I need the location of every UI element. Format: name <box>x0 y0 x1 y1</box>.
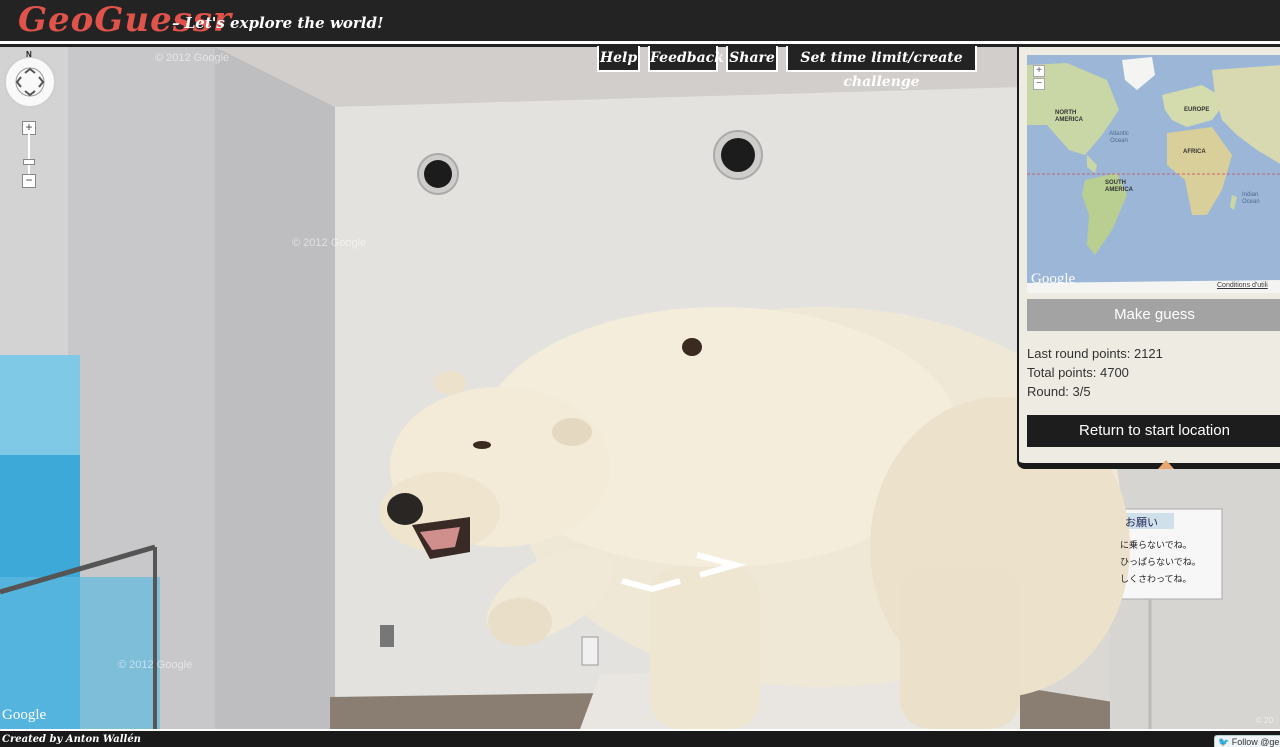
make-guess-button[interactable]: Make guess <box>1027 299 1280 331</box>
tagline: – Let's explore the world! <box>172 14 384 32</box>
total-points: Total points: 4700 <box>1027 365 1129 380</box>
panel-toggle-arrow-icon[interactable] <box>1158 460 1174 469</box>
map-label-indian: Indian Ocean <box>1242 192 1260 205</box>
last-round-points: Last round points: 2121 <box>1027 346 1163 361</box>
streetview-google-logo: Google <box>2 707 47 723</box>
sign-line-2: ひっぱらないでね。 <box>1120 557 1201 567</box>
return-to-start-button[interactable]: Return to start location <box>1027 415 1280 447</box>
challenge-button[interactable]: Set time limit/create challenge <box>786 46 977 90</box>
sign-line-3: しくさわってね。 <box>1120 574 1192 584</box>
sign-line-1: に乗らないでね。 <box>1120 540 1192 550</box>
map-label-europe: EUROPE <box>1184 107 1210 113</box>
google-watermark: © 2012 Google <box>155 52 230 64</box>
footer-bar: Created by Anton Wallén 🐦 Follow @ge <box>0 729 1280 747</box>
help-button[interactable]: Help <box>597 46 640 72</box>
compass-arrows-icon <box>15 67 45 97</box>
twitter-follow-button[interactable]: 🐦 Follow @ge <box>1214 735 1280 747</box>
twitter-follow-label: Follow @ge <box>1231 737 1280 747</box>
pan-control[interactable] <box>4 56 56 108</box>
sv-zoom-in-button[interactable]: + <box>22 121 36 135</box>
map-label-north-america: NORTH AMERICA <box>1055 110 1083 123</box>
map-terms-link[interactable]: Conditions d'utili <box>1217 282 1268 289</box>
map-zoom-out-button[interactable]: − <box>1033 78 1045 90</box>
feedback-button[interactable]: Feedback <box>648 46 724 72</box>
header-bar: GeoGuessr – Let's explore the world! <box>0 0 1280 44</box>
sv-zoom-handle[interactable] <box>23 159 35 165</box>
round-counter: Round: 3/5 <box>1027 384 1091 399</box>
share-button[interactable]: Share <box>726 46 778 72</box>
map-google-logo: Google <box>1031 271 1076 287</box>
sv-zoom-out-button[interactable]: − <box>22 174 36 188</box>
twitter-bird-icon: 🐦 <box>1218 737 1230 747</box>
sv-zoom-slider[interactable] <box>28 134 30 174</box>
map-label-south-america: SOUTH AMERICA <box>1105 180 1133 193</box>
guess-panel: NORTH AMERICA EUROPE AFRICA SOUTH AMERIC… <box>1017 47 1280 469</box>
map-zoom-in-button[interactable]: + <box>1033 65 1045 77</box>
google-watermark: © 2012 Google <box>118 659 193 671</box>
streetview-copyright: © 20 <box>1256 716 1274 725</box>
map-label-africa: AFRICA <box>1183 149 1206 155</box>
google-watermark: © 2012 Google <box>292 237 367 249</box>
author-credit: Created by Anton Wallén <box>2 734 141 745</box>
sign-title: お願い <box>1125 517 1158 529</box>
map-label-atlantic: Atlantic Ocean <box>1109 131 1129 144</box>
compass-north-label: N <box>26 50 32 59</box>
world-map-image <box>1027 55 1280 293</box>
guess-map[interactable]: NORTH AMERICA EUROPE AFRICA SOUTH AMERIC… <box>1027 55 1280 293</box>
